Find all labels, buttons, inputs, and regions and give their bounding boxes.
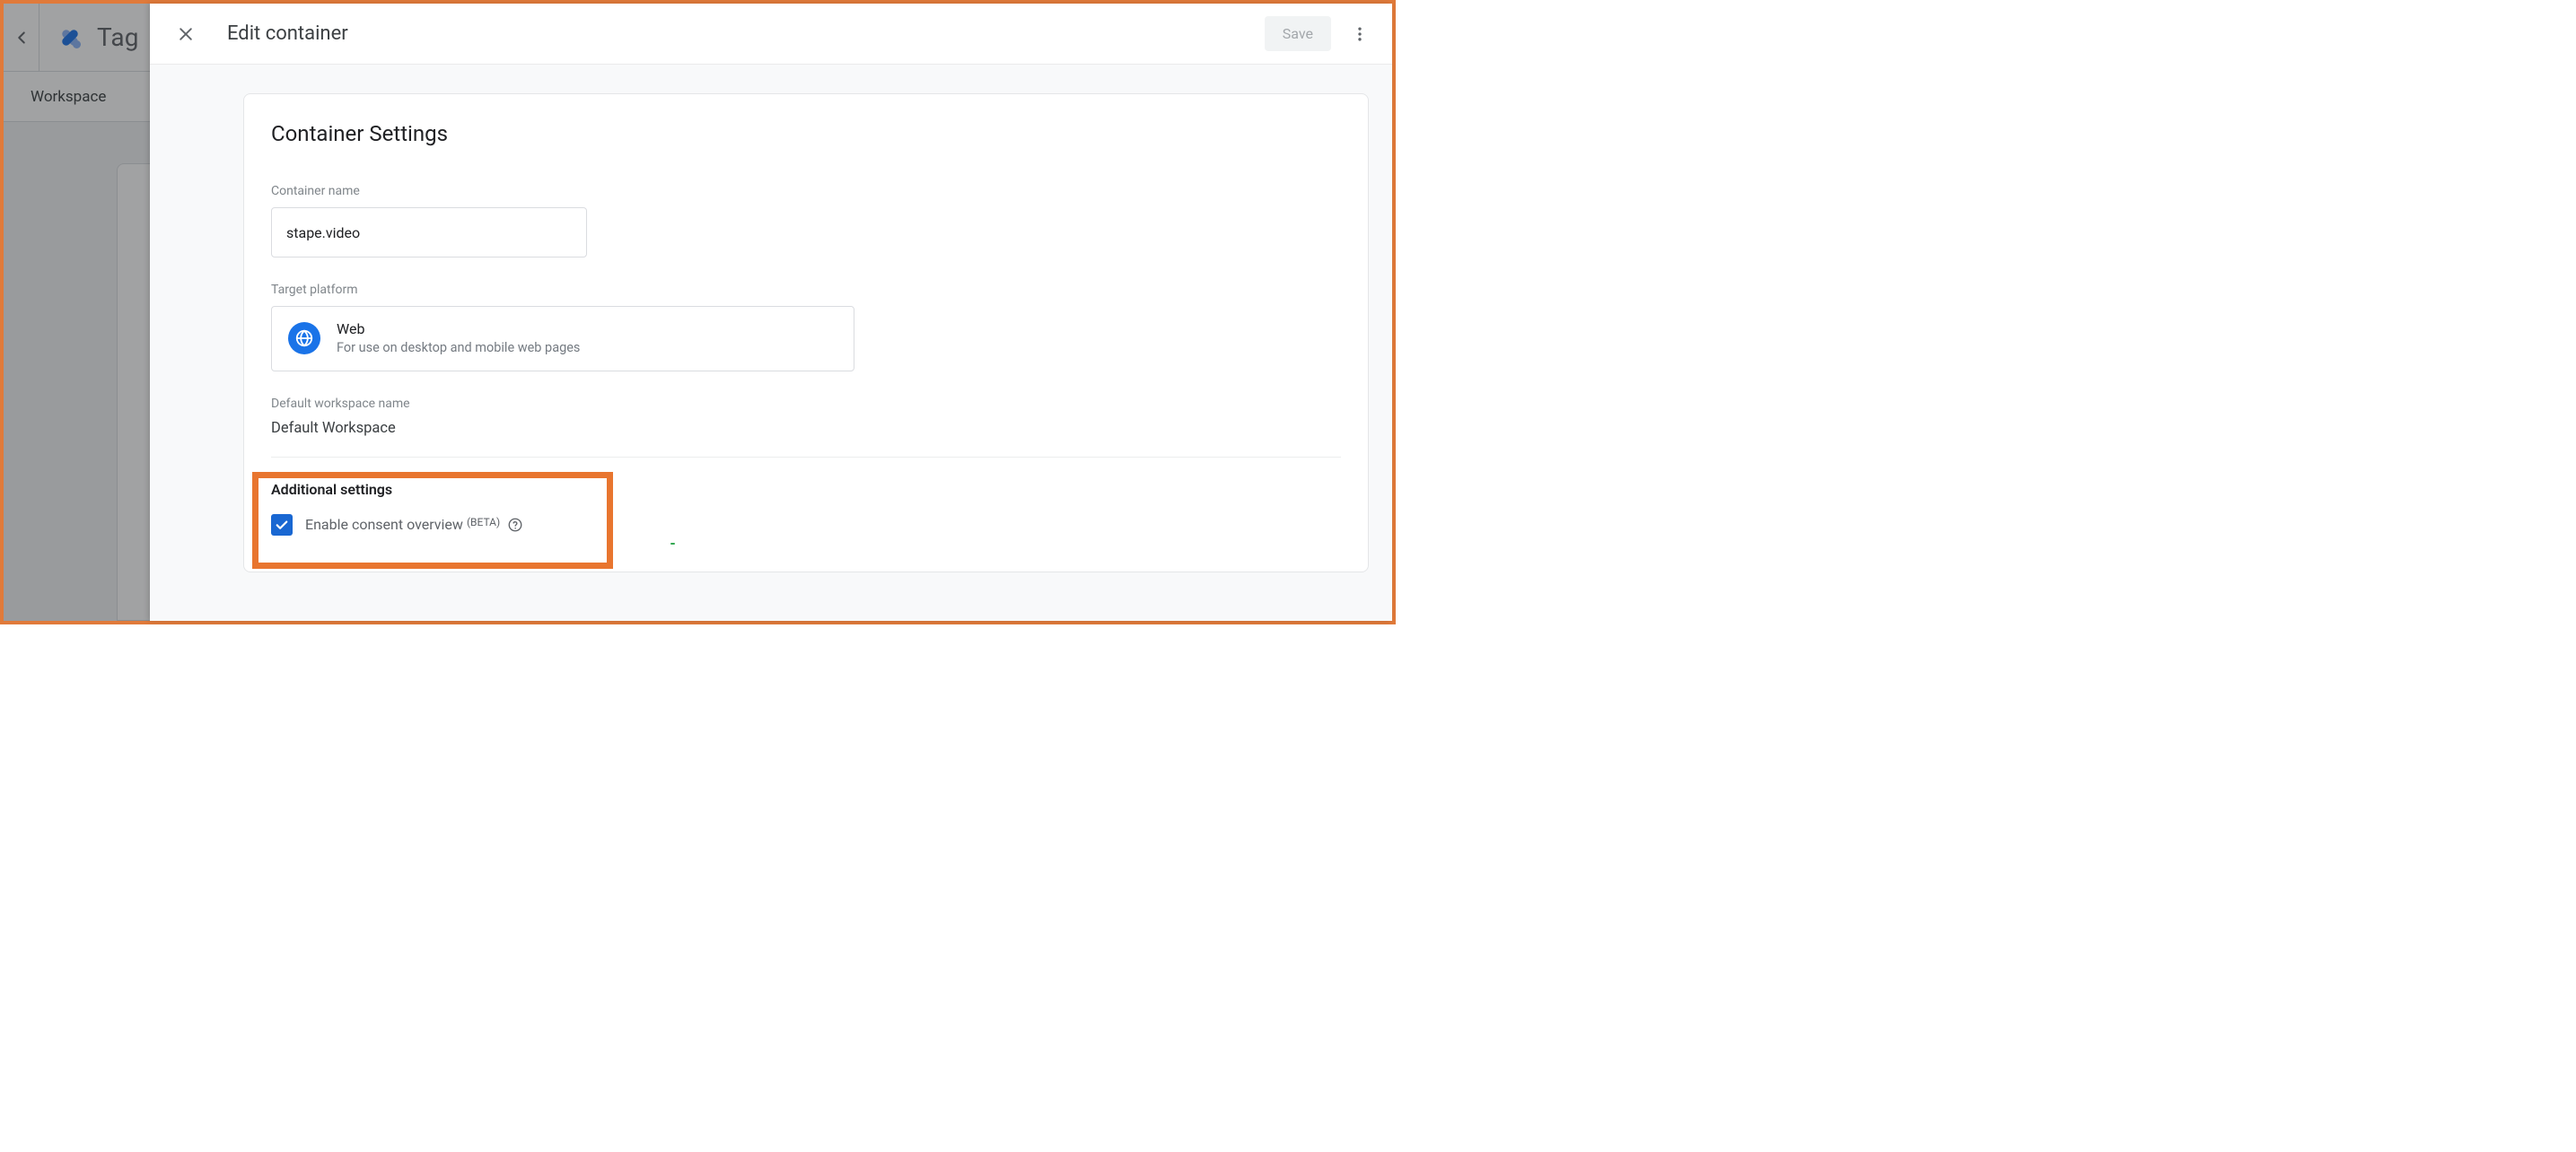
- platform-title: Web: [337, 319, 580, 339]
- globe-icon: [288, 322, 320, 354]
- save-button[interactable]: Save: [1265, 16, 1331, 51]
- default-workspace-label: Default workspace name: [271, 397, 1341, 411]
- help-icon: [507, 517, 523, 533]
- enable-consent-overview-label: Enable consent overview (BETA): [305, 516, 523, 533]
- checkmark-icon: [274, 517, 290, 533]
- beta-badge: (BETA): [467, 516, 500, 528]
- additional-settings-heading: Additional settings: [271, 481, 1341, 498]
- modal-header: Edit container Save: [150, 4, 1392, 65]
- container-name-label: Container name: [271, 184, 1341, 198]
- modal-title: Edit container: [227, 22, 1265, 45]
- section-divider: [271, 457, 1341, 458]
- container-name-input[interactable]: [271, 207, 587, 257]
- more-vert-icon: [1351, 25, 1369, 43]
- default-workspace-value: Default Workspace: [271, 420, 1341, 437]
- edit-container-modal: Edit container Save Container Settings C…: [150, 4, 1392, 621]
- container-settings-card: Container Settings Container name Target…: [243, 93, 1369, 572]
- overflow-menu-button[interactable]: [1340, 14, 1380, 54]
- enable-consent-overview-checkbox[interactable]: [271, 514, 293, 536]
- target-platform-option[interactable]: Web For use on desktop and mobile web pa…: [271, 306, 854, 371]
- settings-heading: Container Settings: [271, 121, 1341, 146]
- consent-label-text: Enable consent overview: [305, 516, 463, 533]
- help-button[interactable]: [507, 517, 523, 533]
- target-platform-label: Target platform: [271, 283, 1341, 297]
- close-icon: [177, 25, 195, 43]
- platform-subtitle: For use on desktop and mobile web pages: [337, 339, 580, 357]
- indicator-dot: [670, 543, 675, 545]
- close-button[interactable]: [166, 14, 206, 54]
